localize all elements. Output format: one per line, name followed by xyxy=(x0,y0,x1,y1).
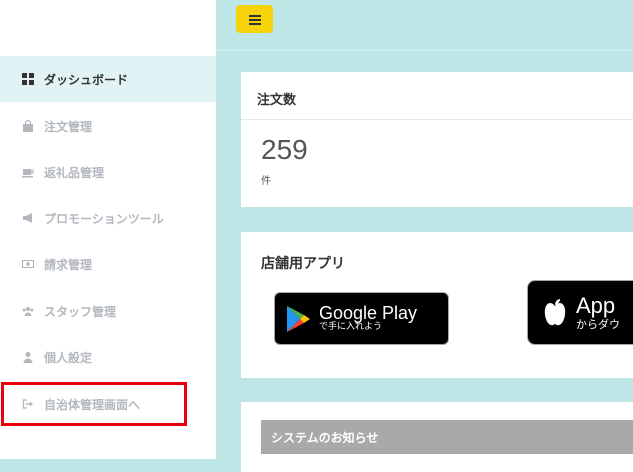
apps-card: 店舗用アプリ Google Play で手に入れよう App からダウ xyxy=(241,232,633,378)
apps-card-title: 店舗用アプリ xyxy=(261,256,345,272)
top-bar xyxy=(216,0,633,51)
sidebar-item-orders[interactable]: 注文管理 xyxy=(0,103,216,149)
sidebar-item-label: スタッフ管理 xyxy=(44,304,117,319)
sidebar-item-billing[interactable]: 請求管理 xyxy=(0,241,216,287)
notice-card: システムのお知らせ xyxy=(241,402,633,472)
order-count-unit: 件 xyxy=(261,176,271,187)
coffee-cup-icon xyxy=(22,166,34,178)
orders-card: 注文数 259 件 xyxy=(241,72,633,207)
notice-header: システムのお知らせ xyxy=(261,420,633,454)
app-store-badge[interactable]: App からダウ xyxy=(527,280,633,345)
menu-toggle-button[interactable] xyxy=(236,5,273,33)
google-play-sublabel: で手に入れよう xyxy=(319,322,383,333)
app-store-label: App xyxy=(576,293,616,319)
sidebar-item-label: 請求管理 xyxy=(44,257,93,272)
hamburger-icon xyxy=(248,10,261,29)
order-count: 259 xyxy=(261,134,308,165)
dashboard-icon xyxy=(22,73,34,85)
sidebar-item-label: 個人設定 xyxy=(44,350,93,365)
sidebar-item-label: ダッシュボード xyxy=(44,72,129,87)
main-content: 注文数 259 件 店舗用アプリ Google Play で手に入れよう App… xyxy=(216,0,633,472)
sidebar-item-dashboard[interactable]: ダッシュボード xyxy=(0,56,216,102)
money-bill-icon xyxy=(22,258,34,270)
apple-icon xyxy=(542,298,568,328)
highlight-box xyxy=(1,382,187,426)
sidebar-item-staff[interactable]: スタッフ管理 xyxy=(0,288,216,334)
sidebar-item-label: 返礼品管理 xyxy=(44,165,105,180)
shopping-bag-icon xyxy=(22,120,34,132)
divider xyxy=(241,119,633,120)
users-icon xyxy=(22,305,34,317)
sidebar-item-personal-settings[interactable]: 個人設定 xyxy=(0,334,216,380)
orders-card-title: 注文数 xyxy=(257,93,297,108)
user-icon xyxy=(22,351,34,363)
google-play-badge[interactable]: Google Play で手に入れよう xyxy=(274,292,449,345)
sidebar-item-gifts[interactable]: 返礼品管理 xyxy=(0,149,216,195)
google-play-icon xyxy=(285,305,311,333)
sidebar-item-promotion[interactable]: プロモーションツール xyxy=(0,195,216,241)
megaphone-icon xyxy=(22,212,34,224)
google-play-label: Google Play xyxy=(319,302,418,323)
sidebar: ダッシュボード 注文管理 返礼品管理 プロモーションツール 請求管理 スタッフ管… xyxy=(0,0,216,459)
app-store-sublabel: からダウ xyxy=(576,317,620,331)
sidebar-item-label: 注文管理 xyxy=(44,119,93,134)
sidebar-item-label: プロモーションツール xyxy=(44,211,164,226)
